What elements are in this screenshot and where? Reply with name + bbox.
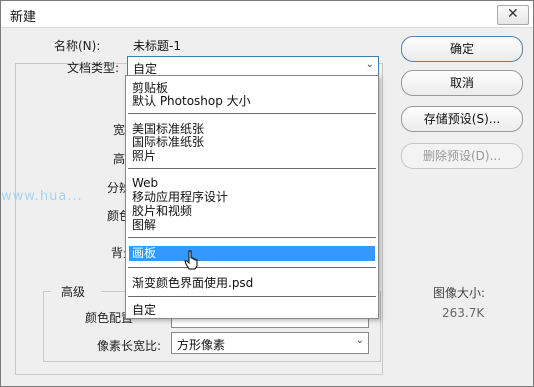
- dropdown-item-artboard[interactable]: 画板: [132, 247, 156, 260]
- dropdown-separator: [128, 168, 376, 169]
- pixel-ratio-value: 方形像素: [177, 338, 226, 352]
- dropdown-separator: [128, 296, 376, 297]
- close-button[interactable]: ✕: [497, 5, 529, 25]
- pixel-ratio-label: 像素长宽比:: [97, 339, 162, 353]
- pixel-ratio-select[interactable]: 方形像素 ⌄: [171, 332, 369, 354]
- hand-cursor-icon: [184, 250, 198, 270]
- dropdown-separator: [128, 237, 376, 238]
- dropdown-item-psd-file[interactable]: 渐变颜色界面使用.psd: [132, 277, 253, 290]
- name-value: 未标题-1: [133, 39, 181, 53]
- dropdown-item-mobile[interactable]: 移动应用程序设计: [132, 191, 228, 204]
- delete-preset-button[interactable]: 删除预设(D)...: [401, 143, 523, 169]
- save-preset-button[interactable]: 存储预设(S)...: [401, 106, 523, 132]
- watermark-text: www.hua...: [1, 189, 83, 204]
- cancel-button[interactable]: 取消: [401, 70, 523, 96]
- doctype-dropdown-list: 剪贴板 默认 Photoshop 大小 美国标准纸张 国际标准纸张 照片 Web…: [125, 75, 379, 319]
- dropdown-item-web[interactable]: Web: [132, 177, 158, 190]
- name-field[interactable]: 未标题-1: [127, 35, 377, 53]
- chevron-down-icon: ⌄: [355, 335, 364, 346]
- dropdown-item-default-size[interactable]: 默认 Photoshop 大小: [132, 95, 251, 108]
- image-size-value: 263.7K: [442, 306, 485, 320]
- height-label: 高: [113, 152, 126, 166]
- new-document-dialog: 新建 ✕ 名称(N): 未标题-1 文档类型: 自定 ⌄ 宽 高 分辨 颜色 背…: [0, 0, 534, 387]
- dropdown-item-intl-paper[interactable]: 国际标准纸张: [132, 136, 204, 149]
- image-size-label: 图像大小:: [433, 286, 486, 300]
- chevron-down-icon: ⌄: [365, 59, 374, 70]
- ok-button[interactable]: 确定: [401, 36, 523, 62]
- dropdown-item-film-video[interactable]: 胶片和视频: [132, 205, 192, 218]
- name-label: 名称(N):: [54, 39, 101, 53]
- dropdown-item-custom[interactable]: 自定: [132, 304, 156, 317]
- doctype-label: 文档类型:: [67, 61, 120, 75]
- dropdown-item-illustration[interactable]: 图解: [132, 219, 156, 232]
- dialog-title: 新建: [10, 10, 37, 25]
- advanced-label: 高级: [61, 285, 86, 299]
- dropdown-separator: [128, 267, 376, 268]
- close-icon: ✕: [507, 6, 519, 22]
- dropdown-separator: [128, 113, 376, 114]
- width-label: 宽: [113, 123, 126, 137]
- dropdown-highlight: [129, 246, 375, 261]
- title-bar: 新建 ✕: [1, 1, 533, 28]
- dropdown-item-photo[interactable]: 照片: [132, 150, 156, 163]
